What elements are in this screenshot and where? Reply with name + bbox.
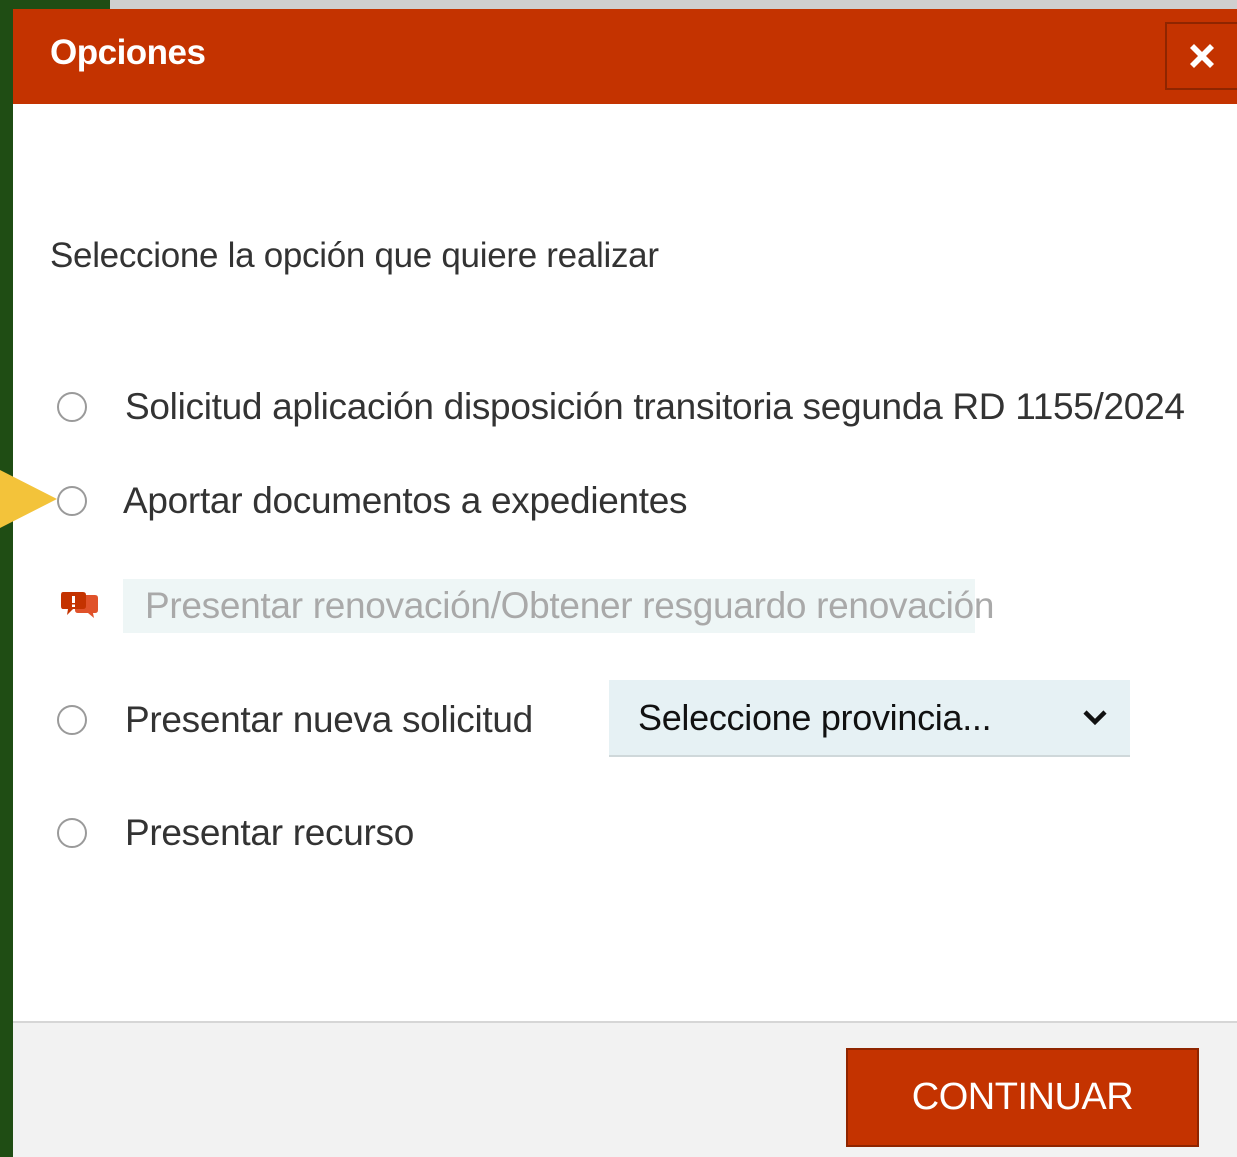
dialog-header: Opciones bbox=[13, 9, 1237, 104]
option-label: Presentar recurso bbox=[125, 812, 414, 853]
close-icon bbox=[1190, 44, 1214, 68]
pointer-arrow-icon bbox=[0, 470, 57, 528]
radio-button[interactable] bbox=[57, 486, 87, 516]
option-label: Presentar nueva solicitud bbox=[125, 699, 533, 740]
dialog-title: Opciones bbox=[50, 33, 206, 72]
dialog-footer: CONTINUAR bbox=[13, 1021, 1237, 1157]
radio-button[interactable] bbox=[57, 392, 87, 422]
option-aportar-documentos[interactable]: Aportar documentos a expedientes bbox=[57, 480, 688, 522]
background-page-edge bbox=[0, 0, 13, 1157]
option-label: Aportar documentos a expedientes bbox=[123, 480, 688, 521]
option-presentar-recurso[interactable]: Presentar recurso bbox=[57, 812, 414, 854]
radio-button[interactable] bbox=[57, 705, 87, 735]
province-select[interactable]: Seleccione provincia... bbox=[609, 680, 1130, 757]
province-select-value: Seleccione provincia... bbox=[638, 696, 992, 738]
close-button[interactable] bbox=[1165, 22, 1237, 90]
option-label: Solicitud aplicación disposición transit… bbox=[125, 386, 1185, 427]
continue-button[interactable]: CONTINUAR bbox=[846, 1048, 1199, 1147]
disabled-option-label: Presentar renovación/Obtener resguardo r… bbox=[123, 579, 994, 633]
radio-button[interactable] bbox=[57, 818, 87, 848]
background-page-top bbox=[0, 0, 1237, 9]
background-page-accent bbox=[0, 0, 110, 9]
option-nueva-solicitud[interactable]: Presentar nueva solicitud bbox=[57, 699, 533, 741]
option-solicitud-transitoria[interactable]: Solicitud aplicación disposición transit… bbox=[57, 386, 1185, 428]
chat-bubbles-icon bbox=[61, 592, 98, 618]
dialog-prompt: Seleccione la opción que quiere realizar bbox=[50, 236, 659, 275]
options-dialog: Opciones Seleccione la opción que quiere… bbox=[13, 9, 1237, 1157]
option-renovacion-disabled: Presentar renovación/Obtener resguardo r… bbox=[61, 579, 994, 633]
chevron-down-icon bbox=[1083, 710, 1107, 726]
